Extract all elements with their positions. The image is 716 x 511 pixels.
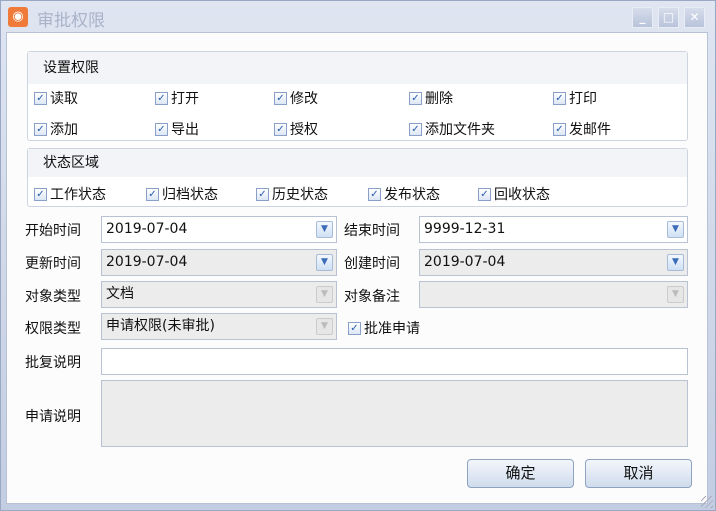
create-time-label: 创建时间 <box>344 256 400 272</box>
state-label: 回收状态 <box>494 187 550 203</box>
reply-label: 批复说明 <box>25 355 81 371</box>
permission-type-select: 申请权限(未审批) ▼ <box>101 313 337 340</box>
permission-checkbox[interactable]: ✓ 删除 <box>409 88 453 108</box>
permission-label: 导出 <box>171 122 199 138</box>
approve-checkbox[interactable]: ✓ 批准申请 <box>348 318 420 338</box>
checkbox-checked-icon[interactable]: ✓ <box>146 187 159 201</box>
permission-checkbox[interactable]: ✓ 授权 <box>274 119 318 139</box>
state-checkbox[interactable]: ✓ 工作状态 <box>34 184 106 204</box>
permission-label: 删除 <box>425 91 453 107</box>
state-checkbox[interactable]: ✓ 历史状态 <box>256 184 328 204</box>
checkbox-checked-icon[interactable]: ✓ <box>368 187 381 201</box>
apply-textarea <box>101 380 688 447</box>
object-type-value: 文档 <box>106 286 134 302</box>
title-bar[interactable]: ◉ 审批权限 _ □ ✕ <box>1 1 715 33</box>
permission-checkbox[interactable]: ✓ 添加 <box>34 119 78 139</box>
permission-checkbox[interactable]: ✓ 打开 <box>155 88 199 108</box>
checkbox-checked-icon[interactable]: ✓ <box>409 91 422 105</box>
chevron-down-icon[interactable]: ▼ <box>316 254 333 271</box>
chevron-down-icon[interactable]: ▼ <box>316 221 333 238</box>
state-label: 工作状态 <box>50 187 106 203</box>
apply-label: 申请说明 <box>25 409 81 425</box>
permission-label: 打印 <box>569 91 597 107</box>
permission-checkbox[interactable]: ✓ 发邮件 <box>553 119 611 139</box>
ok-button[interactable]: 确定 <box>467 459 574 488</box>
object-note-label: 对象备注 <box>344 289 400 305</box>
close-button[interactable]: ✕ <box>684 7 705 28</box>
update-time-field[interactable]: 2019-07-04 ▼ <box>101 249 337 276</box>
start-time-label: 开始时间 <box>25 223 81 239</box>
create-time-value: 2019-07-04 <box>424 254 506 270</box>
checkbox-checked-icon[interactable]: ✓ <box>155 91 168 105</box>
app-icon: ◉ <box>8 7 28 27</box>
chevron-down-icon: ▼ <box>316 318 333 335</box>
start-time-value: 2019-07-04 <box>106 221 188 237</box>
chevron-down-icon[interactable]: ▼ <box>667 221 684 238</box>
cancel-button[interactable]: 取消 <box>585 459 692 488</box>
permission-label: 修改 <box>290 91 318 107</box>
checkbox-checked-icon[interactable]: ✓ <box>274 122 287 136</box>
reply-input[interactable] <box>101 348 688 375</box>
create-time-field[interactable]: 2019-07-04 ▼ <box>419 249 688 276</box>
permissions-header: 设置权限 <box>28 52 687 84</box>
checkbox-checked-icon[interactable]: ✓ <box>34 187 47 201</box>
states-group: 状态区域 <box>27 148 688 207</box>
maximize-button[interactable]: □ <box>658 7 679 28</box>
window-title: 审批权限 <box>37 11 105 31</box>
approve-label: 批准申请 <box>364 321 420 337</box>
state-label: 历史状态 <box>272 187 328 203</box>
states-header: 状态区域 <box>28 149 687 177</box>
state-checkbox[interactable]: ✓ 回收状态 <box>478 184 550 204</box>
chevron-down-icon[interactable]: ▼ <box>667 254 684 271</box>
update-time-label: 更新时间 <box>25 256 81 272</box>
update-time-value: 2019-07-04 <box>106 254 188 270</box>
permission-checkbox[interactable]: ✓ 读取 <box>34 88 78 108</box>
permission-label: 添加文件夹 <box>425 122 495 138</box>
minimize-button[interactable]: _ <box>632 7 653 28</box>
state-label: 发布状态 <box>384 187 440 203</box>
checkbox-checked-icon[interactable]: ✓ <box>409 122 422 136</box>
checkbox-checked-icon[interactable]: ✓ <box>553 122 566 136</box>
permission-label: 授权 <box>290 122 318 138</box>
permission-label: 发邮件 <box>569 122 611 138</box>
permission-checkbox[interactable]: ✓ 打印 <box>553 88 597 108</box>
resize-grip[interactable] <box>701 496 713 508</box>
checkbox-checked-icon[interactable]: ✓ <box>478 187 491 201</box>
chevron-down-icon: ▼ <box>316 286 333 303</box>
permission-checkbox[interactable]: ✓ 添加文件夹 <box>409 119 495 139</box>
state-checkbox[interactable]: ✓ 发布状态 <box>368 184 440 204</box>
object-note-select: ▼ <box>419 281 688 308</box>
state-checkbox[interactable]: ✓ 归档状态 <box>146 184 218 204</box>
object-type-select: 文档 ▼ <box>101 281 337 308</box>
checkbox-checked-icon[interactable]: ✓ <box>256 187 269 201</box>
checkbox-checked-icon[interactable]: ✓ <box>348 321 361 335</box>
checkbox-checked-icon[interactable]: ✓ <box>553 91 566 105</box>
state-label: 归档状态 <box>162 187 218 203</box>
permission-type-label: 权限类型 <box>25 321 81 337</box>
end-time-field[interactable]: 9999-12-31 ▼ <box>419 216 688 243</box>
permission-label: 添加 <box>50 122 78 138</box>
permission-label: 读取 <box>50 91 78 107</box>
checkbox-checked-icon[interactable]: ✓ <box>34 91 47 105</box>
permission-type-value: 申请权限(未审批) <box>106 318 215 334</box>
object-type-label: 对象类型 <box>25 289 81 305</box>
permission-checkbox[interactable]: ✓ 导出 <box>155 119 199 139</box>
chevron-down-icon: ▼ <box>667 286 684 303</box>
checkbox-checked-icon[interactable]: ✓ <box>274 91 287 105</box>
end-time-value: 9999-12-31 <box>424 221 506 237</box>
checkbox-checked-icon[interactable]: ✓ <box>34 122 47 136</box>
end-time-label: 结束时间 <box>344 223 400 239</box>
checkbox-checked-icon[interactable]: ✓ <box>155 122 168 136</box>
permission-checkbox[interactable]: ✓ 修改 <box>274 88 318 108</box>
start-time-field[interactable]: 2019-07-04 ▼ <box>101 216 337 243</box>
permission-label: 打开 <box>171 91 199 107</box>
